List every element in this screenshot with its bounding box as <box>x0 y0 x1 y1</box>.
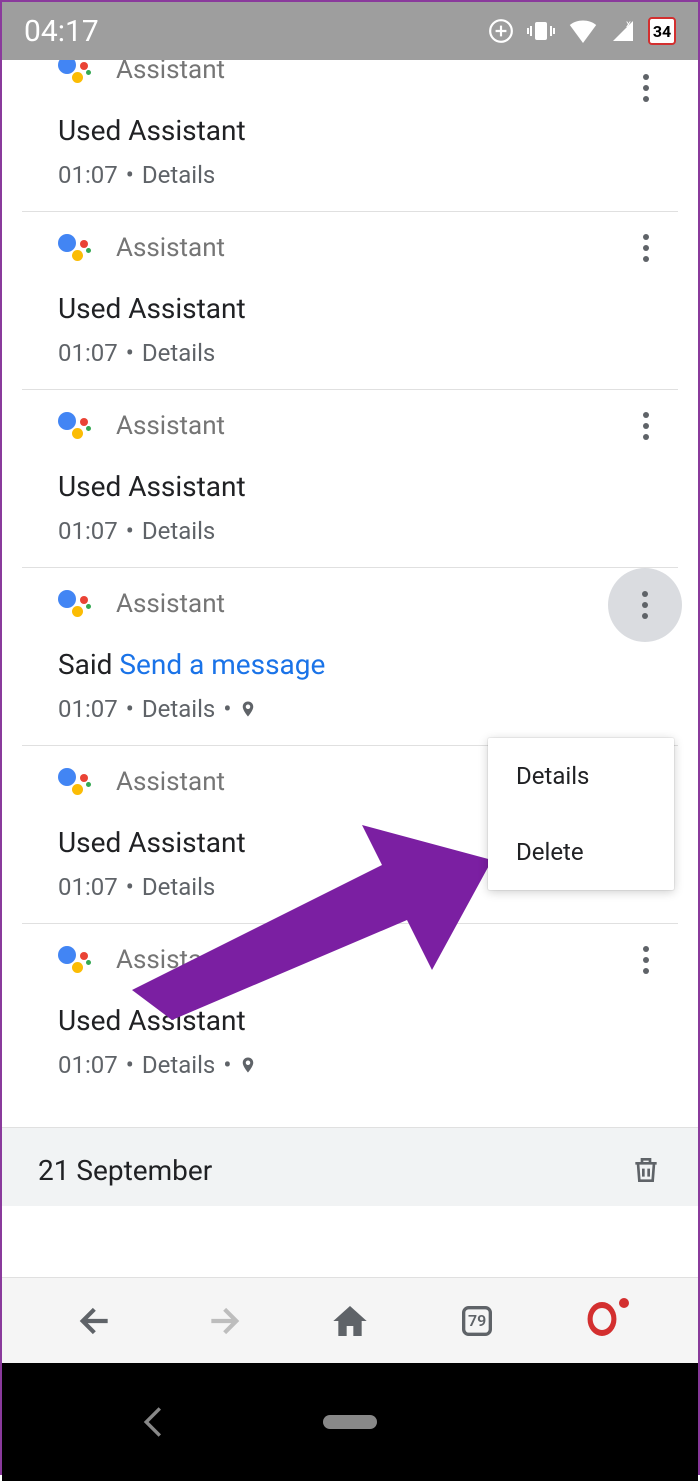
forward-button[interactable] <box>199 1297 247 1345</box>
activity-meta: 01:07•Details <box>58 161 654 189</box>
more-options-button[interactable] <box>608 568 682 642</box>
voice-query-link[interactable]: Send a message <box>119 648 325 681</box>
browser-nav-bar: 79 <box>2 1277 698 1363</box>
activity-source: Assistant <box>116 767 225 797</box>
tabs-button[interactable]: 79 <box>453 1297 501 1345</box>
date-header: 21 September <box>2 1127 698 1206</box>
home-button[interactable] <box>326 1297 374 1345</box>
activity-title: Used Assistant <box>58 114 654 147</box>
data-saver-icon <box>488 18 514 44</box>
menu-delete[interactable]: Delete <box>488 814 674 890</box>
status-icons: x 34 <box>488 17 676 45</box>
activity-meta: 01:07•Details <box>58 339 654 367</box>
assistant-icon <box>58 408 94 444</box>
system-nav-bar <box>2 1363 698 1481</box>
activity-title: Used Assistant <box>58 1004 654 1037</box>
activity-item[interactable]: Assistant Used Assistant 01:07•Details• <box>22 924 678 1101</box>
menu-details[interactable]: Details <box>488 738 674 814</box>
system-home-pill[interactable] <box>323 1415 377 1429</box>
location-pin-icon <box>239 698 257 720</box>
more-options-button[interactable] <box>622 224 670 272</box>
status-bar: 04:17 x 34 <box>2 2 698 60</box>
calendar-badge-icon: 34 <box>648 17 676 45</box>
vibrate-icon <box>526 18 556 44</box>
svg-text:x: x <box>626 19 631 30</box>
assistant-icon <box>58 586 94 622</box>
activity-source: Assistant <box>116 60 225 85</box>
opera-menu-button[interactable] <box>580 1297 628 1345</box>
signal-icon: x <box>610 19 636 43</box>
activity-meta: 01:07•Details• <box>58 1051 654 1079</box>
activity-meta: 01:07•Details• <box>58 695 654 723</box>
assistant-icon <box>58 942 94 978</box>
back-button[interactable] <box>72 1297 120 1345</box>
activity-meta: 01:07•Details <box>58 517 654 545</box>
clock: 04:17 <box>24 14 99 49</box>
activity-source: Assistant <box>116 589 225 619</box>
activity-source: Assistant <box>116 945 225 975</box>
activity-title: Said Send a message <box>58 648 654 681</box>
activity-item[interactable]: Assistant Said Send a message 01:07•Deta… <box>22 568 678 746</box>
activity-item[interactable]: Assistant Used Assistant 01:07•Details <box>22 390 678 568</box>
activity-title: Used Assistant <box>58 470 654 503</box>
tabs-count: 79 <box>468 1311 486 1330</box>
date-label: 21 September <box>38 1154 212 1187</box>
activity-item[interactable]: Assistant Used Assistant 01:07•Details <box>22 212 678 390</box>
delete-day-button[interactable] <box>630 1152 662 1188</box>
activity-source: Assistant <box>116 411 225 441</box>
location-pin-icon <box>239 1054 257 1076</box>
activity-source: Assistant <box>116 233 225 263</box>
context-menu: Details Delete <box>488 738 674 890</box>
wifi-icon <box>568 19 598 43</box>
more-options-button[interactable] <box>622 402 670 450</box>
activity-list: Assistant Used Assistant 01:07•Details A… <box>2 60 698 1277</box>
more-options-button[interactable] <box>622 64 670 112</box>
opera-icon <box>585 1302 623 1340</box>
system-back-button[interactable] <box>142 1405 164 1439</box>
more-options-button[interactable] <box>622 936 670 984</box>
assistant-icon <box>58 60 94 88</box>
assistant-icon <box>58 764 94 800</box>
activity-item[interactable]: Assistant Used Assistant 01:07•Details <box>22 60 678 212</box>
activity-title: Used Assistant <box>58 292 654 325</box>
assistant-icon <box>58 230 94 266</box>
